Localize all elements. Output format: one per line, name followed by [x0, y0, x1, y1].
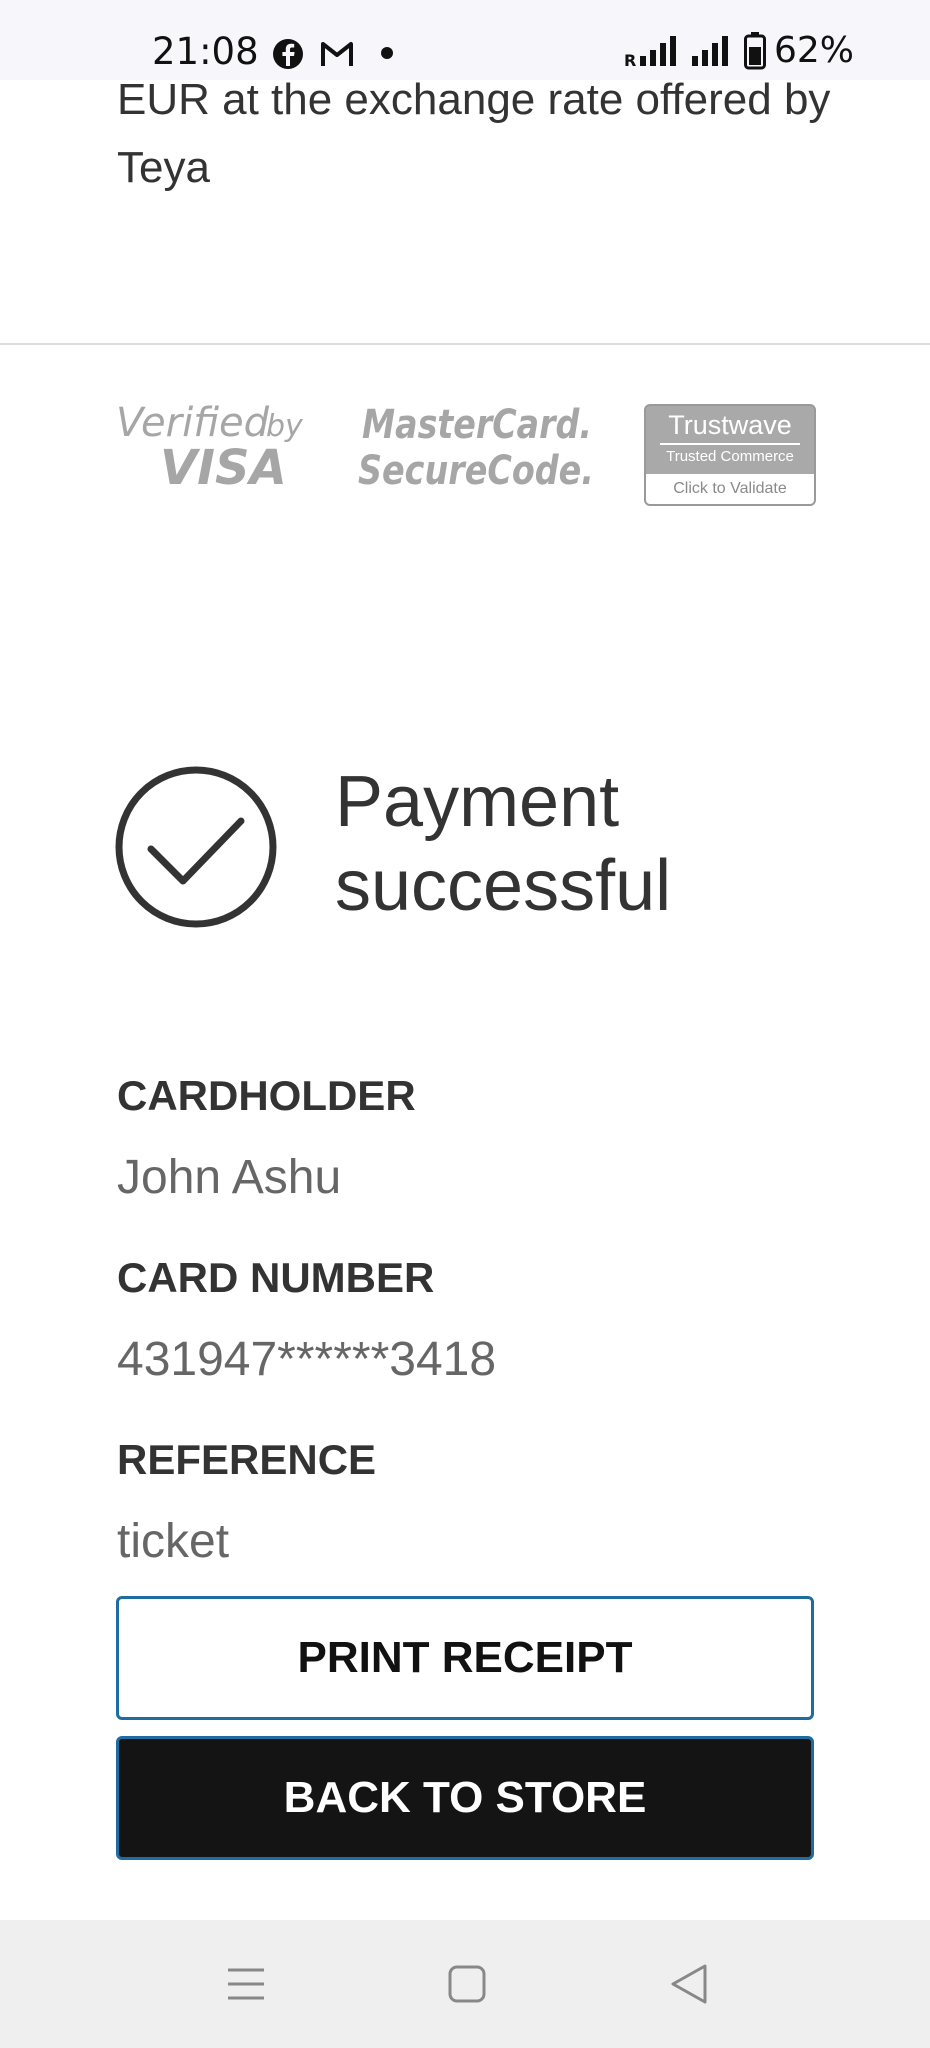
status-bar: 21:08 R 62%: [0, 0, 930, 80]
card-number-label: CARD NUMBER: [117, 1254, 435, 1301]
payment-status-title: Payment successful: [335, 762, 672, 926]
battery-icon: [743, 31, 766, 69]
notification-dot-icon: [381, 47, 393, 59]
cardholder-value: John Ashu: [117, 1151, 342, 1204]
reference-label: REFERENCE: [117, 1436, 377, 1483]
status-time: 21:08: [152, 30, 259, 73]
svg-text:VISA: VISA: [160, 440, 287, 495]
trustwave-badge-top: Trustwave Trusted Commerce: [646, 406, 814, 472]
status-right: R 62%: [624, 30, 854, 71]
trustwave-validate-link[interactable]: Click to Validate: [646, 474, 814, 504]
exchange-rate-text: EUR at the exchange rate offered by Teya: [117, 75, 831, 192]
divider: [0, 343, 930, 345]
cardholder-label: CARDHOLDER: [117, 1072, 416, 1119]
trustwave-subtitle: Trusted Commerce: [666, 448, 794, 465]
print-receipt-button[interactable]: PRINT RECEIPT: [116, 1596, 814, 1720]
back-icon[interactable]: [665, 1960, 713, 2008]
svg-text:by: by: [266, 409, 304, 444]
home-icon[interactable]: [443, 1960, 491, 2008]
checkmark-circle-icon: [115, 766, 277, 928]
system-nav-bar: [0, 1920, 930, 2048]
gmail-icon: [321, 42, 353, 66]
signal-icon: [691, 35, 728, 66]
svg-text:R: R: [624, 51, 636, 68]
card-number-value: 431947******3418: [117, 1333, 497, 1386]
menu-icon[interactable]: [222, 1960, 270, 2008]
trustwave-brand: Trustwave: [668, 410, 792, 440]
reference-value: ticket: [117, 1515, 230, 1568]
facebook-icon: [273, 39, 303, 69]
signal-roaming-icon: R: [624, 35, 676, 68]
svg-text:MasterCard.: MasterCard.: [362, 402, 592, 448]
mastercard-securecode-logo: MasterCard. SecureCode.: [358, 402, 594, 494]
trustwave-badge[interactable]: Trustwave Trusted Commerce Click to Vali…: [644, 404, 816, 506]
svg-text:SecureCode.: SecureCode.: [358, 448, 594, 494]
trustwave-divider: [660, 443, 800, 445]
back-to-store-button[interactable]: BACK TO STORE: [116, 1736, 814, 1860]
verified-by-visa-logo: Verified by VISA: [116, 400, 304, 495]
battery-percentage: 62%: [773, 30, 854, 71]
